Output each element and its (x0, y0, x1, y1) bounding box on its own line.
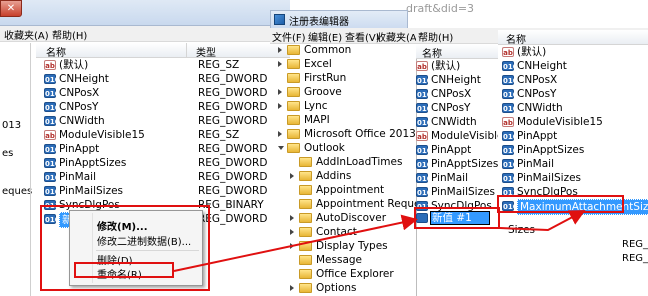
arrow-to-new-value (173, 214, 418, 272)
annotation-arrows (173, 210, 586, 272)
arrow-to-maximum (499, 210, 586, 232)
